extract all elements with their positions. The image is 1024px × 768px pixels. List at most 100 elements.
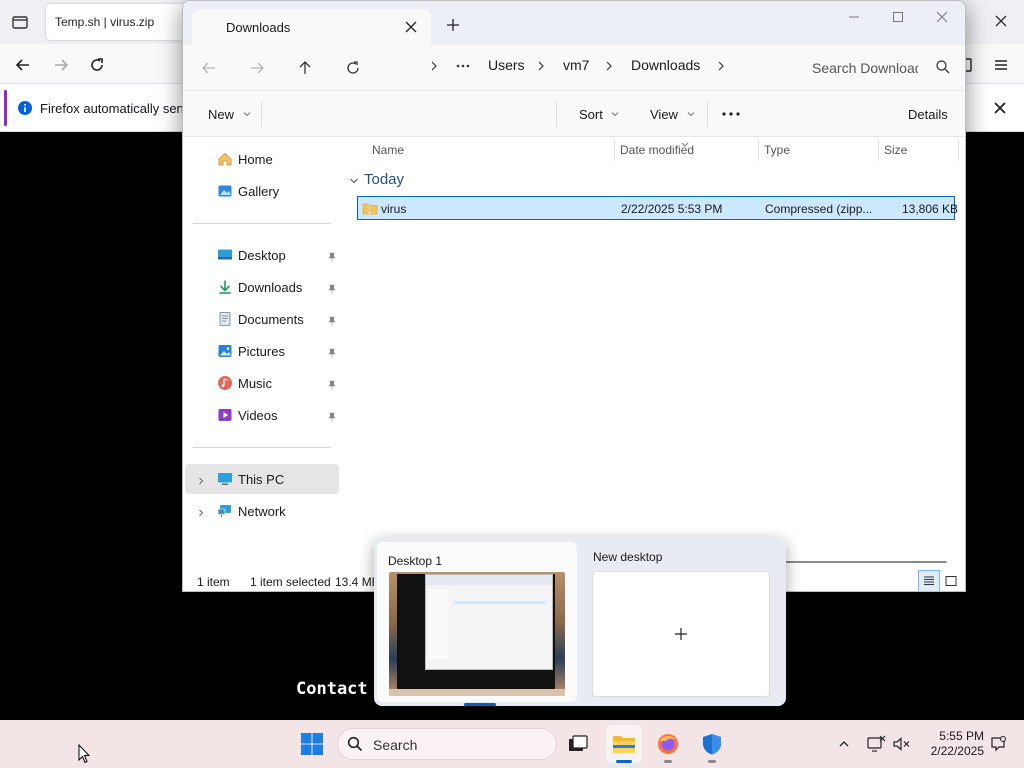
file-date: 2/22/2025 5:53 PM xyxy=(621,202,723,216)
tiles-view-icon[interactable] xyxy=(941,571,961,591)
home-icon xyxy=(217,151,233,167)
nav-item-this-pc[interactable]: This PC xyxy=(185,464,339,494)
up-icon[interactable] xyxy=(289,53,321,83)
explorer-tab[interactable]: Downloads xyxy=(192,9,431,45)
more-crumbs-icon[interactable] xyxy=(453,57,473,75)
notification-text: Firefox automatically sends xyxy=(40,101,198,116)
nav-item-desktop[interactable]: Desktop xyxy=(185,240,339,270)
search-input[interactable]: Search Downloads xyxy=(797,50,959,84)
nav-item-label: Desktop xyxy=(238,248,286,263)
window-close-icon[interactable] xyxy=(919,5,965,29)
zip-folder-icon xyxy=(362,200,378,216)
nav-item-downloads[interactable]: Downloads xyxy=(185,272,339,302)
status-size: 13.4 MB xyxy=(335,575,380,589)
menu-icon[interactable] xyxy=(988,52,1014,78)
notification-close-icon[interactable] xyxy=(990,98,1010,118)
file-explorer-taskbar-icon[interactable] xyxy=(606,725,642,763)
desktop-1-thumbnail xyxy=(389,572,565,696)
breadcrumb-downloads[interactable]: Downloads xyxy=(631,57,700,73)
details-button[interactable]: Details xyxy=(908,107,948,122)
clock[interactable]: 5:55 PM 2/22/2025 xyxy=(920,729,984,759)
list-all-tabs-icon[interactable] xyxy=(8,10,32,34)
nav-item-label: This PC xyxy=(238,472,285,487)
close-icon[interactable] xyxy=(988,8,1014,34)
column-header-name[interactable]: Name xyxy=(372,143,404,157)
status-selected: 1 item selected xyxy=(250,575,331,589)
details-view-icon[interactable] xyxy=(919,571,939,591)
reload-icon[interactable] xyxy=(84,52,110,78)
tab-close-icon[interactable] xyxy=(403,19,419,35)
sort-button[interactable]: Sort xyxy=(579,107,620,122)
status-item-count: 1 item xyxy=(197,575,230,589)
view-button-label: View xyxy=(650,107,678,122)
network-status-icon[interactable] xyxy=(864,732,888,756)
nav-item-music[interactable]: Music xyxy=(185,368,339,398)
more-options-icon[interactable] xyxy=(719,105,743,123)
chevron-right-icon[interactable] xyxy=(196,506,206,517)
show-hidden-icons-chevron-up-icon[interactable] xyxy=(832,732,856,756)
refresh-icon[interactable] xyxy=(337,53,369,83)
forward-icon[interactable] xyxy=(48,52,74,78)
view-button[interactable]: View xyxy=(650,107,696,122)
active-app-indicator xyxy=(616,760,632,763)
nav-item-pictures[interactable]: Pictures xyxy=(185,336,339,366)
column-header-type[interactable]: Type xyxy=(764,143,790,157)
firefox-tab[interactable]: Temp.sh | virus.zip xyxy=(46,4,196,40)
chevron-right-icon xyxy=(602,57,616,75)
new-tab-icon[interactable] xyxy=(443,15,463,35)
clock-date: 2/22/2025 xyxy=(930,744,984,758)
notification-accent xyxy=(4,90,7,126)
column-divider[interactable] xyxy=(614,139,615,161)
nav-item-label: Gallery xyxy=(238,184,280,199)
pin-icon xyxy=(327,250,337,262)
back-icon[interactable] xyxy=(10,52,36,78)
column-divider[interactable] xyxy=(878,139,879,161)
taskbar-search[interactable]: Search xyxy=(338,729,556,759)
group-label: Today xyxy=(364,171,405,188)
thumbnail-explorer xyxy=(425,574,553,670)
new-button[interactable]: New xyxy=(208,107,252,122)
breadcrumb-users[interactable]: Users xyxy=(488,57,525,73)
nav-item-label: Pictures xyxy=(238,344,285,359)
column-header-size[interactable]: Size xyxy=(884,143,907,157)
column-divider[interactable] xyxy=(758,139,759,161)
forward-icon[interactable] xyxy=(241,53,273,83)
mouse-cursor-icon xyxy=(78,743,91,764)
search-icon xyxy=(347,736,363,752)
nav-item-gallery[interactable]: Gallery xyxy=(185,176,339,206)
file-name: virus xyxy=(381,202,407,216)
notifications-icon[interactable] xyxy=(986,732,1010,756)
new-desktop-button[interactable] xyxy=(593,572,769,696)
task-view-icon[interactable] xyxy=(560,725,596,763)
file-size: 13,806 KB xyxy=(902,202,959,216)
nav-item-documents[interactable]: Documents xyxy=(185,304,339,334)
defender-taskbar-icon[interactable] xyxy=(694,725,730,763)
nav-item-network[interactable]: Network xyxy=(185,496,339,526)
nav-divider xyxy=(193,223,331,224)
nav-item-home[interactable]: Home xyxy=(185,144,339,174)
volume-muted-icon[interactable] xyxy=(890,732,914,756)
active-desktop-indicator xyxy=(464,703,496,706)
divider xyxy=(261,101,262,127)
pin-icon xyxy=(327,410,337,422)
new-desktop-label: New desktop xyxy=(593,550,663,564)
nav-divider xyxy=(193,447,331,448)
column-divider[interactable] xyxy=(958,139,959,161)
windows-start-icon[interactable] xyxy=(296,728,328,760)
nav-item-videos[interactable]: Videos xyxy=(185,400,339,430)
table-row[interactable]: virus 2/22/2025 5:53 PM Compressed (zipp… xyxy=(357,196,959,220)
chevron-right-icon[interactable] xyxy=(196,474,206,485)
pin-icon xyxy=(327,314,337,326)
breadcrumb-vm7[interactable]: vm7 xyxy=(563,57,589,73)
music-icon xyxy=(217,375,233,391)
maximize-icon[interactable] xyxy=(875,5,921,29)
firefox-taskbar-icon[interactable] xyxy=(650,725,686,763)
chevron-right-icon xyxy=(427,57,441,75)
pictures-icon xyxy=(217,343,233,359)
desktop-1-card[interactable]: Desktop 1 xyxy=(377,542,577,706)
search-icon xyxy=(935,59,951,75)
minimize-icon[interactable] xyxy=(831,5,877,29)
back-icon[interactable] xyxy=(193,53,225,83)
taskbar-search-label: Search xyxy=(373,737,418,753)
divider xyxy=(556,101,557,127)
